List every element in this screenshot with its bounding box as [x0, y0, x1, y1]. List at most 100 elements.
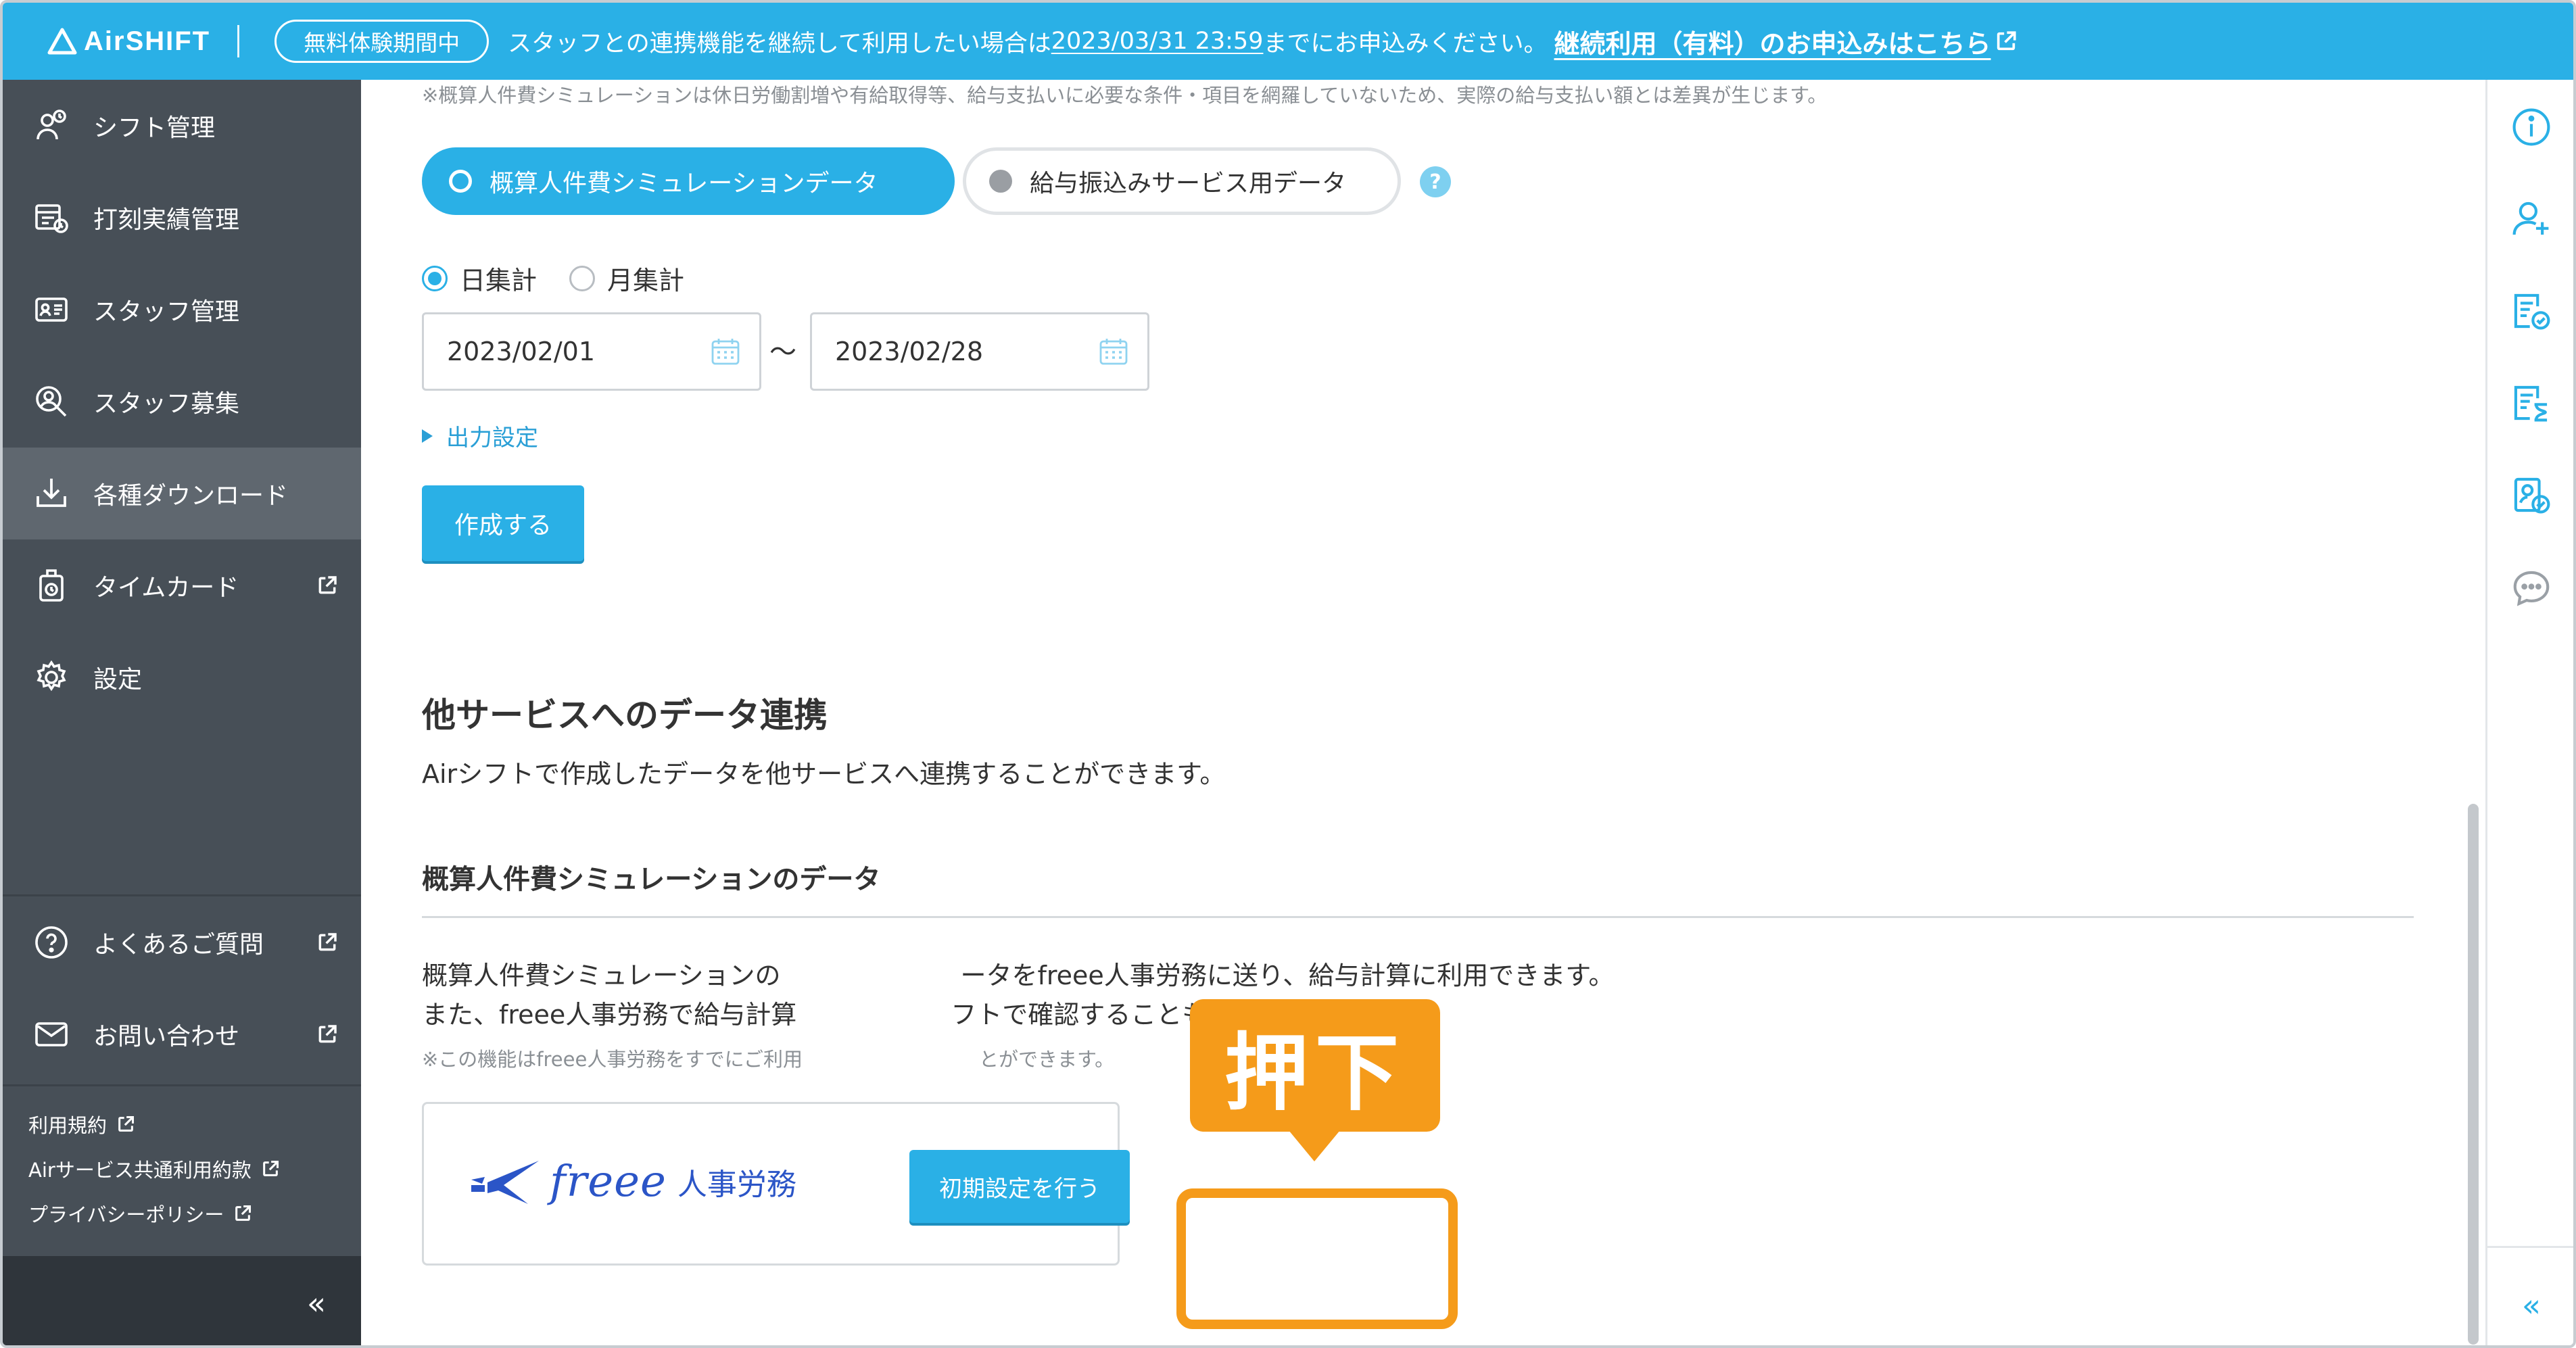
simulation-disclaimer: ※概算人件費シミュレーションは休日労働割増や有給取得等、給与支払いに必要な条件・…: [422, 84, 1828, 107]
output-settings-toggle[interactable]: 出力設定: [422, 419, 538, 452]
subsection-divider: [422, 916, 2414, 918]
sidebar-item-settings[interactable]: 設定: [3, 631, 361, 723]
main-scrollbar[interactable]: [2468, 804, 2479, 1345]
timeclock-icon: [32, 199, 70, 237]
app-window: AirSHIFT 無料体験期間中 スタッフとの連携機能を継続して利用したい場合は…: [0, 0, 2576, 1348]
question-icon: [32, 923, 70, 961]
sidebar-item-label: お問い合わせ: [93, 1023, 240, 1051]
output-settings-label: 出力設定: [446, 425, 538, 452]
privacy-policy-link[interactable]: プライバシーポリシー: [28, 1199, 252, 1228]
external-link-icon: [118, 1115, 135, 1132]
gear-icon: [32, 658, 70, 696]
rail-collapse-button[interactable]: «: [2487, 1287, 2573, 1324]
continue-subscription-link[interactable]: 継続利用（有料）のお申込みはこちら: [1554, 23, 2018, 60]
sidebar: シフト管理 打刻実績管理 スタッフ管理 スタッフ募集 各種ダウンロード タイムカ…: [3, 80, 361, 1345]
start-date-field[interactable]: 2023/02/01: [422, 312, 761, 391]
sidebar-item-faq[interactable]: よくあるご質問: [3, 896, 361, 988]
banner-message-before: スタッフとの連携機能を継続して利用したい場合は: [508, 30, 1051, 57]
terms-link[interactable]: 利用規約: [28, 1110, 135, 1138]
radio-dot-icon: [989, 170, 1012, 193]
trial-badge: 無料体験期間中: [275, 20, 490, 63]
recruit-icon: [32, 383, 70, 420]
daily-radio-label[interactable]: 日集計: [460, 260, 537, 297]
external-link-icon: [262, 1160, 279, 1176]
sidebar-item-label: 設定: [93, 666, 143, 694]
end-date-value: 2023/02/28: [835, 337, 984, 366]
sidebar-item-timecard[interactable]: タイムカード: [3, 539, 361, 631]
sidebar-item-staff[interactable]: スタッフ管理: [3, 264, 361, 356]
external-link-icon: [235, 1205, 252, 1221]
daily-radio[interactable]: [422, 265, 448, 291]
sidebar-item-label: スタッフ管理: [93, 298, 240, 326]
timecard-icon: [32, 567, 70, 604]
banner-separator: [237, 25, 240, 57]
section-description: Airシフトで作成したデータを他サービスへ連携することができます。: [422, 759, 1226, 789]
staff-check-icon[interactable]: [2511, 475, 2552, 515]
monthly-radio-label[interactable]: 月集計: [607, 260, 684, 297]
common-terms-link[interactable]: Airサービス共通利用約款: [28, 1155, 280, 1183]
terms-link-label: 利用規約: [28, 1114, 108, 1137]
mail-icon: [32, 1015, 70, 1053]
freee-logo: freee 人事労務: [469, 1155, 796, 1208]
freee-integration-card: freee 人事労務 初期設定を行う: [422, 1102, 1130, 1266]
date-range-separator: 〜: [769, 337, 796, 368]
sidebar-item-label: スタッフ募集: [93, 390, 240, 418]
double-chevron-left-icon: «: [306, 1285, 326, 1322]
main-content: ※概算人件費シミュレーションは休日労働割増や有給取得等、給与支払いに必要な条件・…: [361, 80, 2491, 1345]
staff-card-icon: [32, 291, 70, 329]
radio-ring-icon: [449, 170, 472, 193]
subsection-title: 概算人件費シミュレーションのデータ: [422, 864, 881, 895]
end-date-field[interactable]: 2023/02/28: [810, 312, 1149, 391]
aggregation-radio-group: 日集計 月集計: [422, 260, 717, 297]
sidebar-item-label: 打刻実績管理: [93, 206, 240, 234]
shift-icon: [32, 107, 70, 145]
simulation-data-toggle-label: 概算人件費シミュレーションデータ: [490, 170, 878, 197]
right-rail: «: [2485, 80, 2573, 1345]
payroll-transfer-data-toggle-label: 給与振込みサービス用データ: [1030, 170, 1347, 197]
privacy-policy-link-label: プライバシーポリシー: [28, 1203, 224, 1226]
press-callout: 押下: [1190, 999, 1440, 1132]
sidebar-item-label: タイムカード: [93, 574, 239, 602]
chat-icon[interactable]: [2511, 568, 2552, 608]
sidebar-item-timeclock[interactable]: 打刻実績管理: [3, 172, 361, 264]
sidebar-item-label: よくあるご質問: [93, 931, 264, 959]
caret-right-icon: [422, 429, 433, 443]
external-link-icon: [318, 576, 337, 594]
airshift-logo[interactable]: AirSHIFT: [47, 3, 210, 80]
calendar-icon[interactable]: [1099, 337, 1128, 366]
sidebar-item-contact[interactable]: お問い合わせ: [3, 988, 361, 1080]
freee-wordmark: freee: [550, 1157, 667, 1207]
sidebar-item-label: 各種ダウンロード: [93, 482, 289, 510]
freee-bird-icon: [471, 1161, 539, 1204]
download-icon: [32, 475, 70, 512]
hourglass-list-icon[interactable]: [2511, 383, 2552, 423]
continue-subscription-label: 継続利用（有料）のお申込みはこちら: [1554, 28, 1991, 59]
payroll-transfer-data-toggle[interactable]: 給与振込みサービス用データ: [963, 147, 1401, 215]
trial-banner: AirSHIFT 無料体験期間中 スタッフとの連携機能を継続して利用したい場合は…: [3, 3, 2573, 80]
integration-description-line-1: 概算人件費シミュレーションの ータをfreee人事労務に送り、給与計算に利用でき…: [422, 961, 1615, 990]
external-link-icon: [318, 933, 337, 951]
monthly-radio[interactable]: [569, 265, 596, 291]
airshift-logo-icon: [47, 28, 77, 55]
checklist-icon[interactable]: [2511, 291, 2552, 331]
sidebar-item-download[interactable]: 各種ダウンロード: [3, 448, 361, 539]
section-title: 他サービスへのデータ連携: [422, 696, 828, 735]
sidebar-collapse-button[interactable]: «: [3, 1256, 361, 1345]
initial-setup-button[interactable]: 初期設定を行う: [909, 1150, 1130, 1223]
sidebar-divider: [3, 1084, 361, 1086]
external-link-icon: [1997, 31, 2017, 51]
press-callout-tail: [1289, 1130, 1340, 1161]
create-button[interactable]: 作成する: [422, 485, 584, 561]
sidebar-item-shift[interactable]: シフト管理: [3, 80, 361, 172]
logo-text: AirSHIFT: [84, 26, 211, 56]
integration-note: ※この機能はfreee人事労務をすでにご利用 とができます。: [422, 1048, 1115, 1071]
sidebar-item-recruit[interactable]: スタッフ募集: [3, 356, 361, 448]
calendar-icon[interactable]: [711, 337, 740, 366]
banner-deadline: 2023/03/31 23:59: [1051, 28, 1264, 55]
start-date-value: 2023/02/01: [447, 337, 596, 366]
info-icon[interactable]: [2511, 107, 2552, 147]
simulation-data-toggle[interactable]: 概算人件費シミュレーションデータ: [422, 147, 955, 215]
add-user-icon[interactable]: [2511, 199, 2552, 239]
common-terms-link-label: Airサービス共通利用約款: [28, 1159, 252, 1182]
help-icon[interactable]: ?: [1420, 166, 1451, 197]
